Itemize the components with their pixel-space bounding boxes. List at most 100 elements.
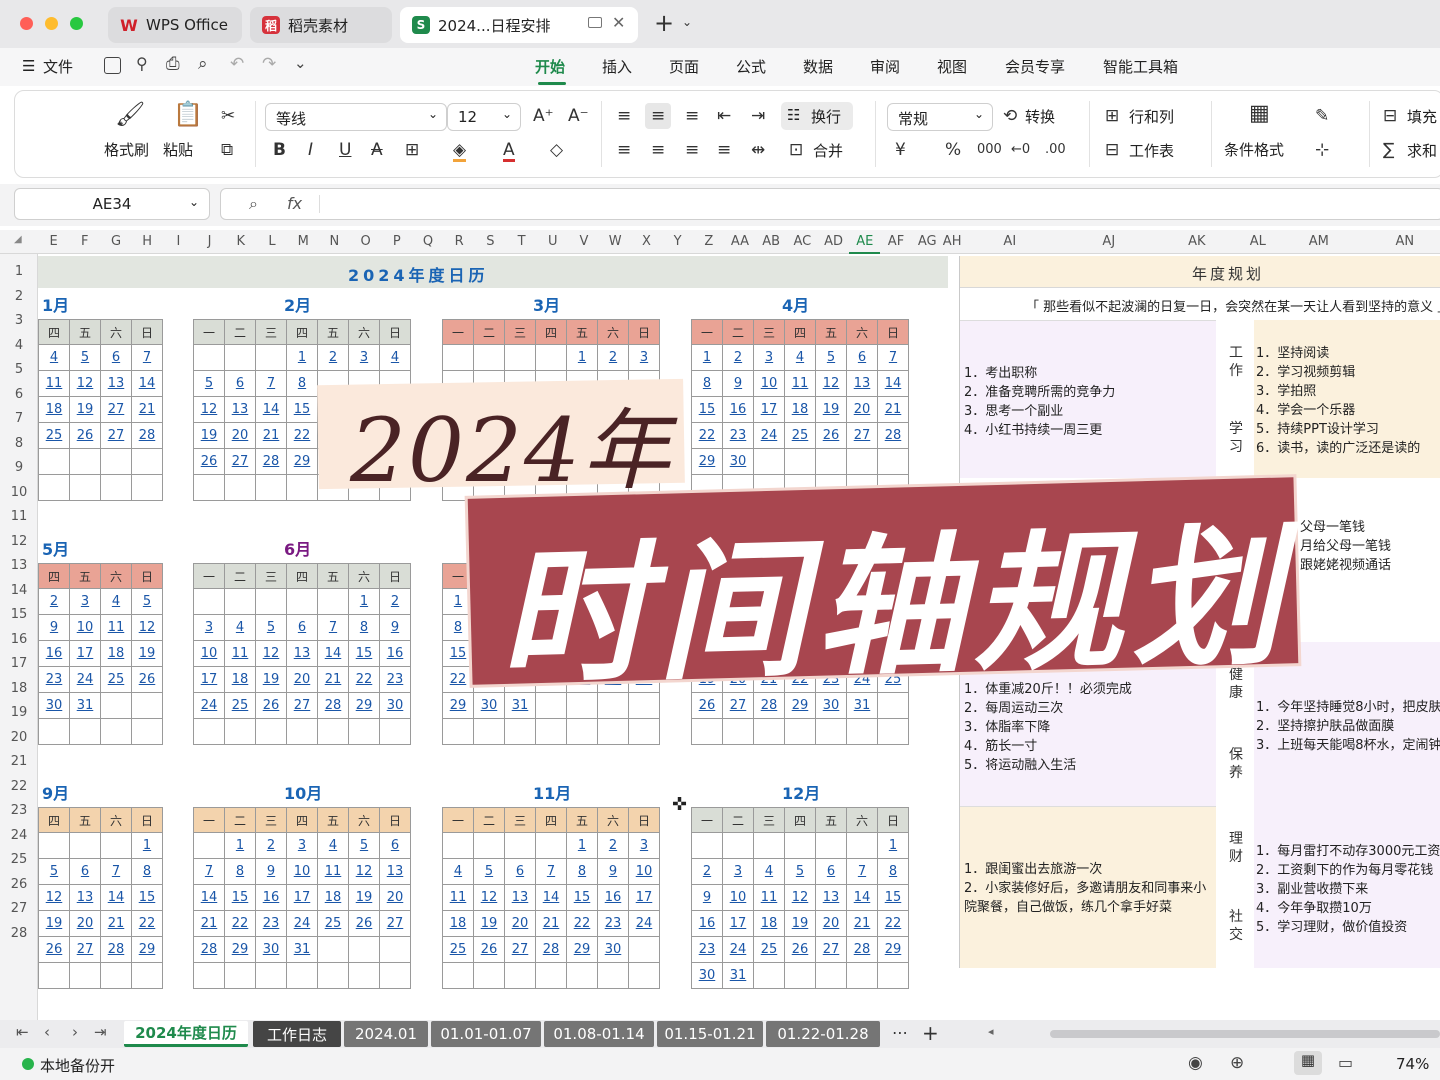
day-cell[interactable]: 31	[286, 936, 318, 963]
day-cell[interactable]: 23	[255, 910, 287, 937]
day-cell[interactable]	[784, 832, 816, 859]
day-cell[interactable]: 7	[100, 858, 132, 885]
day-cell[interactable]: 6	[846, 344, 878, 371]
align-center-icon[interactable]: ≡	[651, 141, 665, 159]
day-cell[interactable]	[597, 718, 629, 745]
day-cell[interactable]: 7	[255, 370, 287, 397]
sum-icon[interactable]: ∑	[1383, 141, 1394, 159]
day-cell[interactable]: 23	[722, 422, 754, 449]
day-cell[interactable]: 4	[753, 858, 785, 885]
cut-icon[interactable]: ✂	[221, 107, 235, 125]
day-cell[interactable]	[379, 936, 411, 963]
row-header[interactable]: 16	[0, 632, 38, 647]
day-cell[interactable]: 29	[691, 448, 723, 475]
day-cell[interactable]: 11	[38, 370, 70, 397]
day-cell[interactable]	[38, 474, 70, 501]
day-cell[interactable]: 27	[379, 910, 411, 937]
day-cell[interactable]	[877, 962, 909, 989]
day-cell[interactable]: 28	[255, 448, 287, 475]
day-cell[interactable]: 19	[348, 884, 380, 911]
day-cell[interactable]: 2	[597, 832, 629, 859]
normal-view-icon[interactable]: ▦	[1294, 1051, 1322, 1075]
row-header[interactable]: 20	[0, 730, 38, 745]
day-cell[interactable]: 10	[286, 858, 318, 885]
fill-icon[interactable]: ⊟	[1383, 107, 1397, 125]
day-cell[interactable]: 22	[286, 422, 318, 449]
day-cell[interactable]	[38, 718, 70, 745]
row-header[interactable]: 4	[0, 338, 38, 353]
day-cell[interactable]: 6	[100, 344, 132, 371]
day-cell[interactable]: 3	[286, 832, 318, 859]
day-cell[interactable]: 21	[535, 910, 567, 937]
day-cell[interactable]: 1	[348, 588, 380, 615]
day-cell[interactable]: 27	[100, 396, 132, 423]
row-header[interactable]: 6	[0, 387, 38, 402]
day-cell[interactable]: 25	[442, 936, 474, 963]
distribute-icon[interactable]: ⇹	[751, 141, 765, 159]
day-cell[interactable]: 13	[815, 884, 847, 911]
font-color-icon[interactable]: A	[503, 141, 515, 162]
day-cell[interactable]	[535, 832, 567, 859]
day-cell[interactable]	[69, 718, 101, 745]
day-cell[interactable]: 28	[535, 936, 567, 963]
day-cell[interactable]	[877, 718, 909, 745]
increase-indent-icon[interactable]: ⇥	[751, 107, 765, 125]
day-cell[interactable]: 12	[38, 884, 70, 911]
day-cell[interactable]	[535, 344, 567, 371]
column-header[interactable]: AM	[1275, 234, 1363, 249]
day-cell[interactable]: 3	[69, 588, 101, 615]
day-cell[interactable]	[566, 962, 598, 989]
menu-tab-membership[interactable]: 会员专享	[1005, 56, 1065, 77]
day-cell[interactable]	[286, 718, 318, 745]
day-cell[interactable]: 19	[255, 666, 287, 693]
new-tab-button[interactable]: +	[654, 9, 674, 37]
bold-icon[interactable]: B	[273, 141, 286, 159]
day-cell[interactable]: 18	[442, 910, 474, 937]
day-cell[interactable]: 14	[100, 884, 132, 911]
day-cell[interactable]	[100, 962, 132, 989]
day-cell[interactable]: 1	[691, 344, 723, 371]
day-cell[interactable]	[535, 962, 567, 989]
day-cell[interactable]: 3	[722, 858, 754, 885]
day-cell[interactable]: 28	[317, 692, 349, 719]
day-cell[interactable]: 18	[753, 910, 785, 937]
day-cell[interactable]: 29	[131, 936, 163, 963]
day-cell[interactable]: 2	[691, 858, 723, 885]
day-cell[interactable]: 7	[535, 858, 567, 885]
day-cell[interactable]: 9	[255, 858, 287, 885]
day-cell[interactable]	[255, 344, 287, 371]
first-sheet-icon[interactable]: ⇤	[16, 1023, 29, 1041]
day-cell[interactable]: 1	[877, 832, 909, 859]
column-header[interactable]: AL	[1241, 234, 1275, 249]
sheet-tab-2024-01[interactable]: 2024.01	[344, 1021, 428, 1047]
sheet-tab-worklog[interactable]: 工作日志	[253, 1021, 341, 1047]
day-cell[interactable]: 28	[100, 936, 132, 963]
day-cell[interactable]: 1	[566, 832, 598, 859]
menu-tab-view[interactable]: 视图	[937, 56, 967, 77]
day-cell[interactable]: 21	[131, 396, 163, 423]
day-cell[interactable]: 5	[255, 614, 287, 641]
day-cell[interactable]: 19	[815, 396, 847, 423]
day-cell[interactable]	[846, 832, 878, 859]
day-cell[interactable]: 2	[255, 832, 287, 859]
column-header[interactable]: AG	[912, 234, 943, 249]
close-tab-icon[interactable]: ✕	[612, 13, 625, 32]
day-cell[interactable]: 29	[286, 448, 318, 475]
day-cell[interactable]: 7	[317, 614, 349, 641]
day-cell[interactable]: 1	[442, 588, 474, 615]
day-cell[interactable]	[722, 718, 754, 745]
worksheet-icon[interactable]: ⊟	[1105, 141, 1119, 159]
decrease-decimal-icon[interactable]: ←0	[1011, 141, 1030, 159]
day-cell[interactable]: 11	[442, 884, 474, 911]
fill-button[interactable]: 填充	[1407, 106, 1437, 127]
eye-protection-icon[interactable]: ◉	[1188, 1053, 1203, 1073]
day-cell[interactable]: 8	[691, 370, 723, 397]
day-cell[interactable]: 25	[317, 910, 349, 937]
day-cell[interactable]: 3	[348, 344, 380, 371]
row-header[interactable]: 23	[0, 803, 38, 818]
day-cell[interactable]: 10	[722, 884, 754, 911]
column-header[interactable]: L	[256, 234, 287, 249]
day-cell[interactable]: 6	[815, 858, 847, 885]
day-cell[interactable]: 26	[69, 422, 101, 449]
day-cell[interactable]: 3	[753, 344, 785, 371]
